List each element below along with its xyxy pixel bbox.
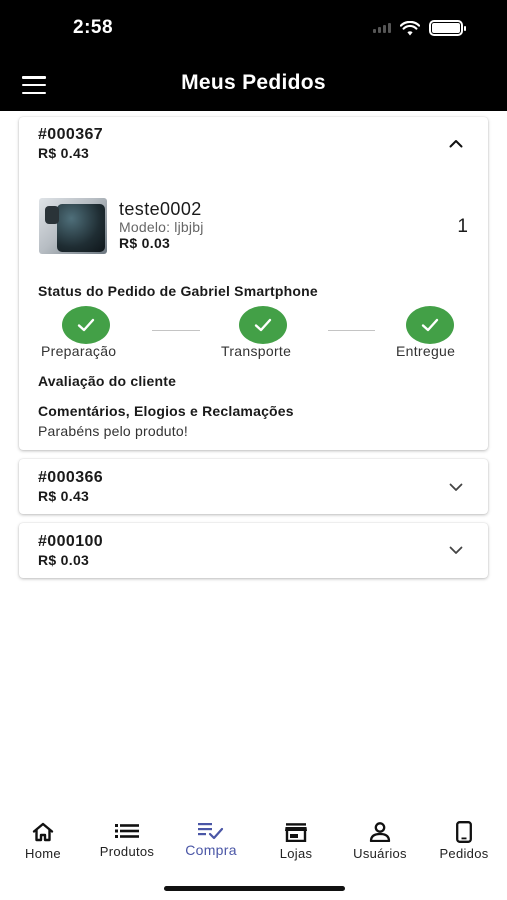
step-entregue-check-icon <box>406 306 454 344</box>
order-id: #000366 <box>38 469 104 486</box>
order-status-title: Status do Pedido de Gabriel Smartphone <box>38 283 318 299</box>
bottom-navigation: Home Produtos Compra Lojas Usuários Pedi… <box>0 808 507 868</box>
nav-label: Compra <box>185 842 237 858</box>
nav-label: Lojas <box>279 846 313 861</box>
store-icon <box>285 823 307 842</box>
cellular-signal-icon <box>373 23 391 33</box>
top-bar: 2:58 Meus Pedidos <box>0 0 507 111</box>
step-connector <box>152 330 200 331</box>
product-model: Modelo: ljbjbj <box>119 219 204 235</box>
chevron-up-icon[interactable] <box>448 136 464 152</box>
order-id: #000367 <box>38 126 104 143</box>
product-quantity: 1 <box>457 216 468 237</box>
nav-label: Home <box>25 846 61 861</box>
order-card[interactable]: #000100 R$ 0.03 <box>19 523 488 578</box>
step-transporte-check-icon <box>239 306 287 344</box>
user-icon <box>369 822 391 842</box>
nav-label: Pedidos <box>439 846 489 861</box>
list-icon <box>115 824 139 838</box>
nav-compra[interactable]: Compra <box>169 808 253 864</box>
chevron-down-icon[interactable] <box>448 479 464 495</box>
step-label-preparacao: Preparação <box>41 343 117 359</box>
nav-lojas[interactable]: Lojas <box>254 808 338 864</box>
product-image <box>39 198 107 254</box>
checklist-icon <box>198 823 224 840</box>
home-indicator[interactable] <box>164 886 345 891</box>
chevron-down-icon[interactable] <box>448 542 464 558</box>
order-total: R$ 0.43 <box>38 488 90 504</box>
step-label-entregue: Entregue <box>396 343 456 359</box>
smartphone-icon <box>456 821 472 843</box>
order-total: R$ 0.03 <box>38 552 90 568</box>
nav-produtos[interactable]: Produtos <box>85 808 169 864</box>
order-id: #000100 <box>38 533 104 550</box>
status-time: 2:58 <box>73 17 114 38</box>
home-icon <box>32 822 54 842</box>
status-icons <box>373 20 466 36</box>
nav-home[interactable]: Home <box>1 808 85 864</box>
product-name: teste0002 <box>119 199 202 219</box>
nav-label: Produtos <box>99 844 155 859</box>
nav-label: Usuários <box>353 846 407 861</box>
step-preparacao-check-icon <box>62 306 110 344</box>
step-label-transporte: Transporte <box>221 343 292 359</box>
product-price: R$ 0.03 <box>119 235 171 251</box>
order-card-expanded: #000367 R$ 0.43 teste0002 Modelo: ljbjbj… <box>19 117 488 450</box>
page-title: Meus Pedidos <box>181 71 326 94</box>
customer-evaluation-title: Avaliação do cliente <box>38 373 177 389</box>
comments-text: Parabéns pelo produto! <box>38 423 188 439</box>
step-connector <box>328 330 375 331</box>
battery-icon <box>429 20 466 36</box>
order-total: R$ 0.43 <box>38 145 90 161</box>
wifi-icon <box>400 20 420 35</box>
comments-title: Comentários, Elogios e Reclamações <box>38 403 294 419</box>
nav-usuarios[interactable]: Usuários <box>338 808 422 864</box>
order-card[interactable]: #000366 R$ 0.43 <box>19 459 488 514</box>
nav-pedidos[interactable]: Pedidos <box>422 808 506 864</box>
